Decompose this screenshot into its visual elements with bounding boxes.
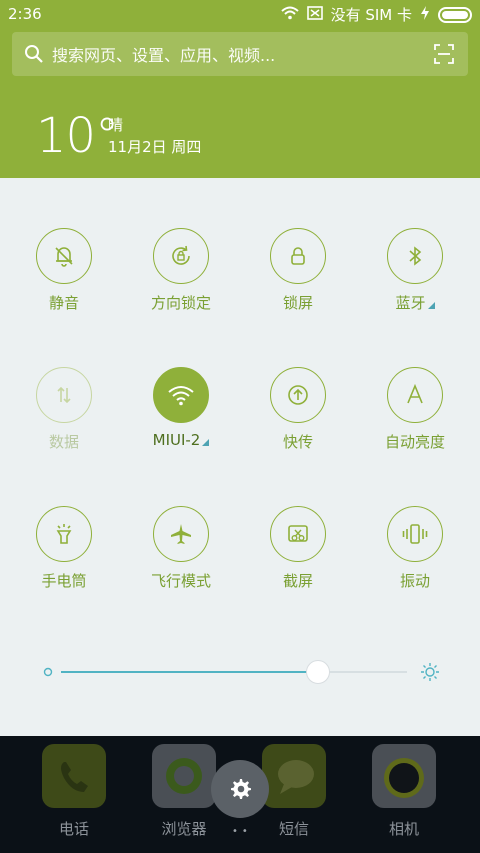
weather-condition: 晴 [108,116,124,134]
tile-airplane-mode[interactable]: 飞行模式 [126,506,236,591]
tile-label: 数据 [48,433,79,451]
tile-label: 飞行模式 [150,572,211,590]
app-label: 电话 [58,820,89,838]
tile-label: 自动亮度 [384,433,445,451]
slider-fill [61,671,318,673]
carrier-text: 没有 SIM 卡 [330,6,412,24]
tile-label: 锁屏 [282,294,313,312]
phone-icon [42,744,106,808]
tile-label: 截屏 [282,572,313,590]
app-camera[interactable]: 相机 [349,744,459,839]
search-icon [24,44,44,64]
tile-auto-brightness[interactable]: 自动亮度 [360,367,470,452]
browser-icon [152,744,216,808]
weather-widget[interactable]: 10° 晴 11月2日 周四 [36,108,201,164]
app-label: 浏览器 [161,820,207,838]
flashlight-icon [36,506,92,562]
settings-button[interactable] [211,760,269,818]
more-options-icon [427,302,435,309]
screenshot-icon [270,506,326,562]
data-arrows-icon [36,367,92,423]
app-label: 相机 [388,820,419,838]
gear-icon [228,777,252,801]
status-bar: 2:36 没有 SIM 卡 [0,0,480,28]
scan-icon[interactable] [434,44,454,64]
rotation-lock-icon [153,228,209,284]
brightness-low-icon [42,666,54,678]
wifi-icon [153,367,209,423]
wifi-status-icon [280,6,299,24]
bell-off-icon [36,228,92,284]
search-bar[interactable]: 搜索网页、设置、应用、视频... [12,32,468,76]
auto-brightness-icon [387,367,443,423]
tile-mute[interactable]: 静音 [9,228,119,313]
tile-wifi[interactable]: MIUI-2 [126,367,236,449]
tile-label: 静音 [48,294,79,312]
vibrate-icon [387,506,443,562]
charging-icon [420,5,430,24]
quick-settings-panel: 静音 方向锁定 锁屏 蓝牙 数据 MIUI-2 快传 自动亮度 手电筒 飞行模式… [0,178,480,736]
tile-label: 快传 [282,433,313,451]
no-sim-icon [306,5,323,24]
brightness-high-icon [420,662,440,682]
header-area: 2:36 没有 SIM 卡 搜索网页、设置、应用、视频... 10° 晴 11月… [0,0,480,178]
tile-lock-screen[interactable]: 锁屏 [243,228,353,313]
temperature: 10° [36,108,119,164]
upload-icon [270,367,326,423]
tile-bluetooth[interactable]: 蓝牙 [360,228,470,313]
camera-icon [372,744,436,808]
status-time: 2:36 [8,5,42,23]
tile-vibrate[interactable]: 振动 [360,506,470,591]
slider-thumb[interactable] [306,660,331,684]
tile-mobile-data[interactable]: 数据 [9,367,119,452]
tile-screenshot[interactable]: 截屏 [243,506,353,591]
bluetooth-icon [387,228,443,284]
lock-icon [270,228,326,284]
battery-icon [438,6,472,23]
more-options-icon [202,439,210,446]
tile-rotation-lock[interactable]: 方向锁定 [126,228,236,313]
airplane-icon [153,506,209,562]
tile-quick-transfer[interactable]: 快传 [243,367,353,452]
tile-label: MIUI-2 [152,431,201,449]
weather-date: 11月2日 周四 [108,138,202,156]
tile-label: 振动 [399,572,430,590]
tile-flashlight[interactable]: 手电筒 [9,506,119,591]
app-phone[interactable]: 电话 [19,744,129,839]
page-indicator: •• [232,826,252,837]
tile-label: 方向锁定 [150,294,211,312]
app-label: 短信 [278,820,309,838]
tile-label: 手电筒 [41,572,87,590]
messages-icon [262,744,326,808]
search-placeholder: 搜索网页、设置、应用、视频... [52,46,276,65]
tile-label: 蓝牙 [395,294,426,312]
brightness-slider[interactable] [40,660,440,684]
